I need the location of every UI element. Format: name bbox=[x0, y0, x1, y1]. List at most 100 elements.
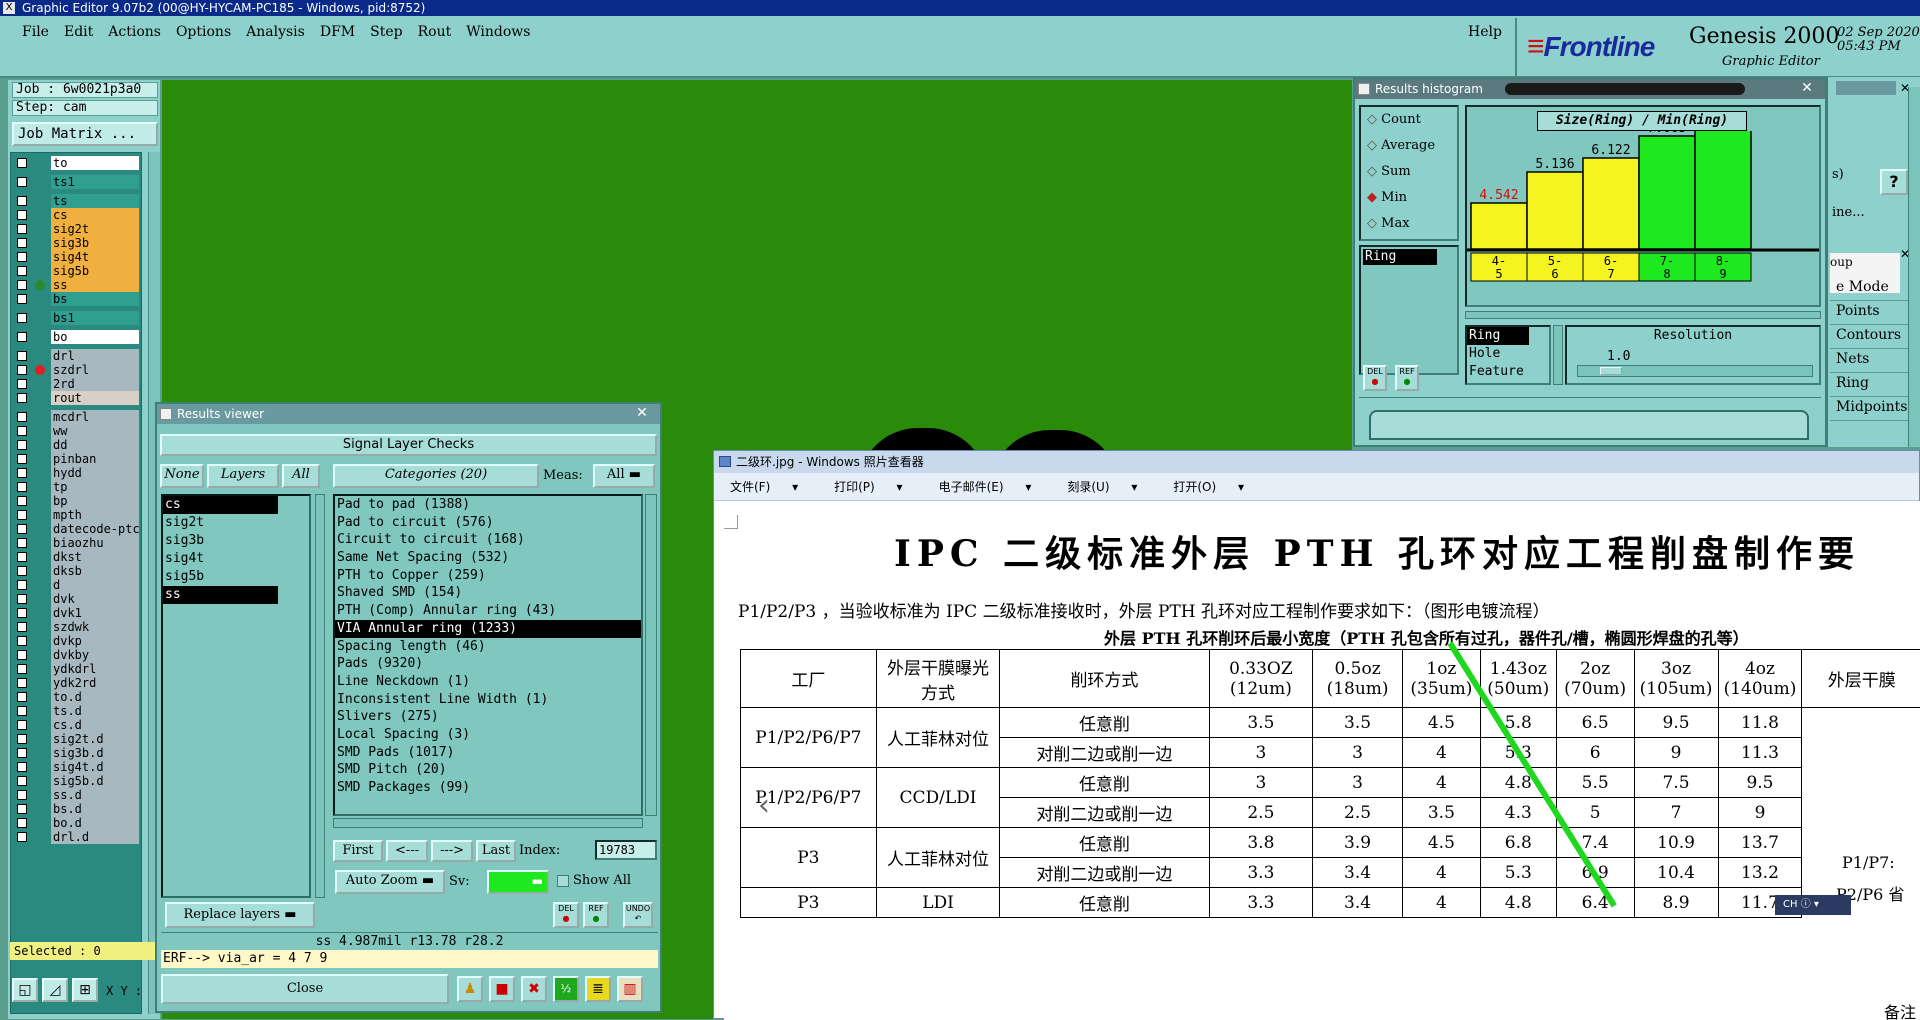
report-icon[interactable]: ½ bbox=[553, 976, 579, 1002]
mode-option[interactable]: ◇ Sum bbox=[1361, 159, 1457, 185]
layer-row[interactable]: ydkdrl bbox=[13, 662, 141, 676]
category-hscrollbar[interactable] bbox=[333, 818, 643, 828]
grid-tool-icon[interactable]: ⊞ bbox=[72, 978, 98, 1002]
layer-name[interactable]: cs.d bbox=[51, 718, 139, 732]
layer-name[interactable]: to bbox=[51, 156, 139, 170]
layer-checkbox[interactable] bbox=[17, 266, 27, 276]
layer-name[interactable]: szdwk bbox=[51, 620, 139, 634]
layer-row[interactable]: dvk1 bbox=[13, 606, 141, 620]
category-item[interactable]: PTH to Copper (259) bbox=[335, 567, 641, 585]
category-item[interactable]: Circuit to circuit (168) bbox=[335, 531, 641, 549]
layer-name[interactable]: tp bbox=[51, 480, 139, 494]
del-icon[interactable]: DEL● bbox=[1363, 365, 1387, 391]
attribute-item[interactable]: Ring bbox=[1467, 327, 1529, 345]
histogram-bar[interactable] bbox=[1639, 136, 1695, 249]
layer-row[interactable]: bs1 bbox=[13, 311, 141, 325]
histogram-titlebar[interactable]: Results histogram ✕ bbox=[1355, 79, 1825, 99]
pv-menu-item[interactable]: 文件(F) ▾ bbox=[730, 480, 816, 494]
menu-edit[interactable]: Edit bbox=[64, 24, 93, 40]
prev-button[interactable]: <--- bbox=[386, 840, 428, 862]
layer-checkbox[interactable] bbox=[17, 678, 27, 688]
categories-button[interactable]: Categories (20) bbox=[333, 464, 539, 488]
layer-checkbox[interactable] bbox=[17, 454, 27, 464]
check-mode-item[interactable]: Midpoints bbox=[1830, 395, 1908, 421]
ref-icon[interactable]: REF● bbox=[1395, 365, 1419, 391]
close-icon[interactable]: ✕ bbox=[630, 405, 654, 421]
result-layer-item[interactable]: cs bbox=[163, 496, 278, 514]
pv-menu-item[interactable]: 电子邮件(E) ▾ bbox=[939, 480, 1050, 494]
layer-checkbox[interactable] bbox=[17, 224, 27, 234]
layer-name[interactable]: dkst bbox=[51, 550, 139, 564]
last-button[interactable]: Last bbox=[476, 840, 516, 862]
menu-rout[interactable]: Rout bbox=[418, 24, 452, 40]
layer-checkbox[interactable] bbox=[17, 622, 27, 632]
layer-row[interactable]: sig4t bbox=[13, 250, 141, 264]
layer-checkbox[interactable] bbox=[17, 832, 27, 842]
pv-menu-item[interactable]: 打开(O) ▾ bbox=[1173, 480, 1262, 494]
attribute-scrollbar[interactable] bbox=[1553, 325, 1563, 385]
layer-row[interactable]: szdrl bbox=[13, 363, 141, 377]
layer-row[interactable]: bo.d bbox=[13, 816, 141, 830]
clear-icon[interactable]: ✖ bbox=[521, 976, 547, 1002]
slider-handle[interactable] bbox=[1600, 367, 1622, 375]
layer-checkbox[interactable] bbox=[17, 636, 27, 646]
layer-name[interactable]: ss.d bbox=[51, 788, 139, 802]
layer-name[interactable]: sig3b.d bbox=[51, 746, 139, 760]
none-button[interactable]: None bbox=[160, 464, 204, 488]
layer-row[interactable]: biaozhu bbox=[13, 536, 141, 550]
category-item[interactable]: PTH (Comp) Annular ring (43) bbox=[335, 602, 641, 620]
check-mode-item[interactable]: Ring bbox=[1830, 371, 1908, 397]
layer-row[interactable]: drl.d bbox=[13, 830, 141, 844]
layer-name[interactable]: bs1 bbox=[51, 311, 139, 325]
layer-name[interactable]: dvk bbox=[51, 592, 139, 606]
radio-icon[interactable]: ◇ bbox=[1367, 216, 1381, 231]
layer-name[interactable]: pinban bbox=[51, 452, 139, 466]
layer-row[interactable]: d bbox=[13, 578, 141, 592]
layer-checkbox[interactable] bbox=[17, 818, 27, 828]
layer-row[interactable]: ts bbox=[13, 194, 141, 208]
auto-zoom-select[interactable]: Auto Zoom ▬ bbox=[335, 870, 445, 894]
layer-checkbox[interactable] bbox=[17, 313, 27, 323]
menu-step[interactable]: Step bbox=[370, 24, 402, 40]
layer-checkbox[interactable] bbox=[17, 762, 27, 772]
layer-name[interactable]: dvkp bbox=[51, 634, 139, 648]
mode-option[interactable]: ◇ Average bbox=[1361, 133, 1457, 159]
layer-row[interactable]: bs.d bbox=[13, 802, 141, 816]
layer-row[interactable]: bo bbox=[13, 330, 141, 344]
photo-viewer-titlebar[interactable]: 二级环.jpg - Windows 照片查看器 bbox=[714, 451, 1919, 473]
layer-name[interactable]: rout bbox=[51, 391, 139, 405]
layer-row[interactable]: dvkby bbox=[13, 648, 141, 662]
result-layer-item[interactable]: sig4t bbox=[163, 550, 309, 568]
layer-name[interactable]: bo.d bbox=[51, 816, 139, 830]
layer-name[interactable]: sig4t bbox=[51, 250, 139, 264]
radio-icon[interactable]: ◇ bbox=[1367, 112, 1381, 127]
menu-windows[interactable]: Windows bbox=[466, 24, 530, 40]
layer-name[interactable]: ts1 bbox=[51, 175, 139, 189]
layer-checkbox[interactable] bbox=[17, 496, 27, 506]
check-mode-item[interactable]: Points bbox=[1830, 299, 1908, 325]
result-layer-item[interactable]: sig5b bbox=[163, 568, 309, 586]
mode-option[interactable]: ◇ Max bbox=[1361, 211, 1457, 237]
previous-image-icon[interactable]: ‹ bbox=[758, 788, 770, 823]
layer-checkbox[interactable] bbox=[17, 252, 27, 262]
layer-name[interactable]: ts bbox=[51, 194, 139, 208]
layer-name[interactable]: ydkdrl bbox=[51, 662, 139, 676]
layer-name[interactable]: bs.d bbox=[51, 802, 139, 816]
layer-row[interactable]: ss bbox=[13, 278, 141, 292]
layer-checkbox[interactable] bbox=[17, 608, 27, 618]
check-mode-item[interactable]: Contours bbox=[1830, 323, 1908, 349]
meas-select[interactable]: All ▬ bbox=[593, 464, 655, 488]
layer-checkbox[interactable] bbox=[17, 594, 27, 604]
layer-checkbox[interactable] bbox=[17, 210, 27, 220]
category-item[interactable]: Local Spacing (3) bbox=[335, 726, 641, 744]
check-mode-item[interactable]: Nets bbox=[1830, 347, 1908, 373]
attribute-item[interactable]: Hole bbox=[1467, 345, 1529, 363]
histogram-bar[interactable] bbox=[1471, 203, 1527, 249]
measure-tool-icon[interactable]: ◿ bbox=[42, 978, 68, 1002]
layer-row[interactable]: bp bbox=[13, 494, 141, 508]
histogram-bar[interactable] bbox=[1695, 131, 1751, 249]
layer-name[interactable]: ts.d bbox=[51, 704, 139, 718]
layer-row[interactable]: to bbox=[13, 156, 141, 170]
layer-row[interactable]: szdwk bbox=[13, 620, 141, 634]
layer-checkbox[interactable] bbox=[17, 158, 27, 168]
